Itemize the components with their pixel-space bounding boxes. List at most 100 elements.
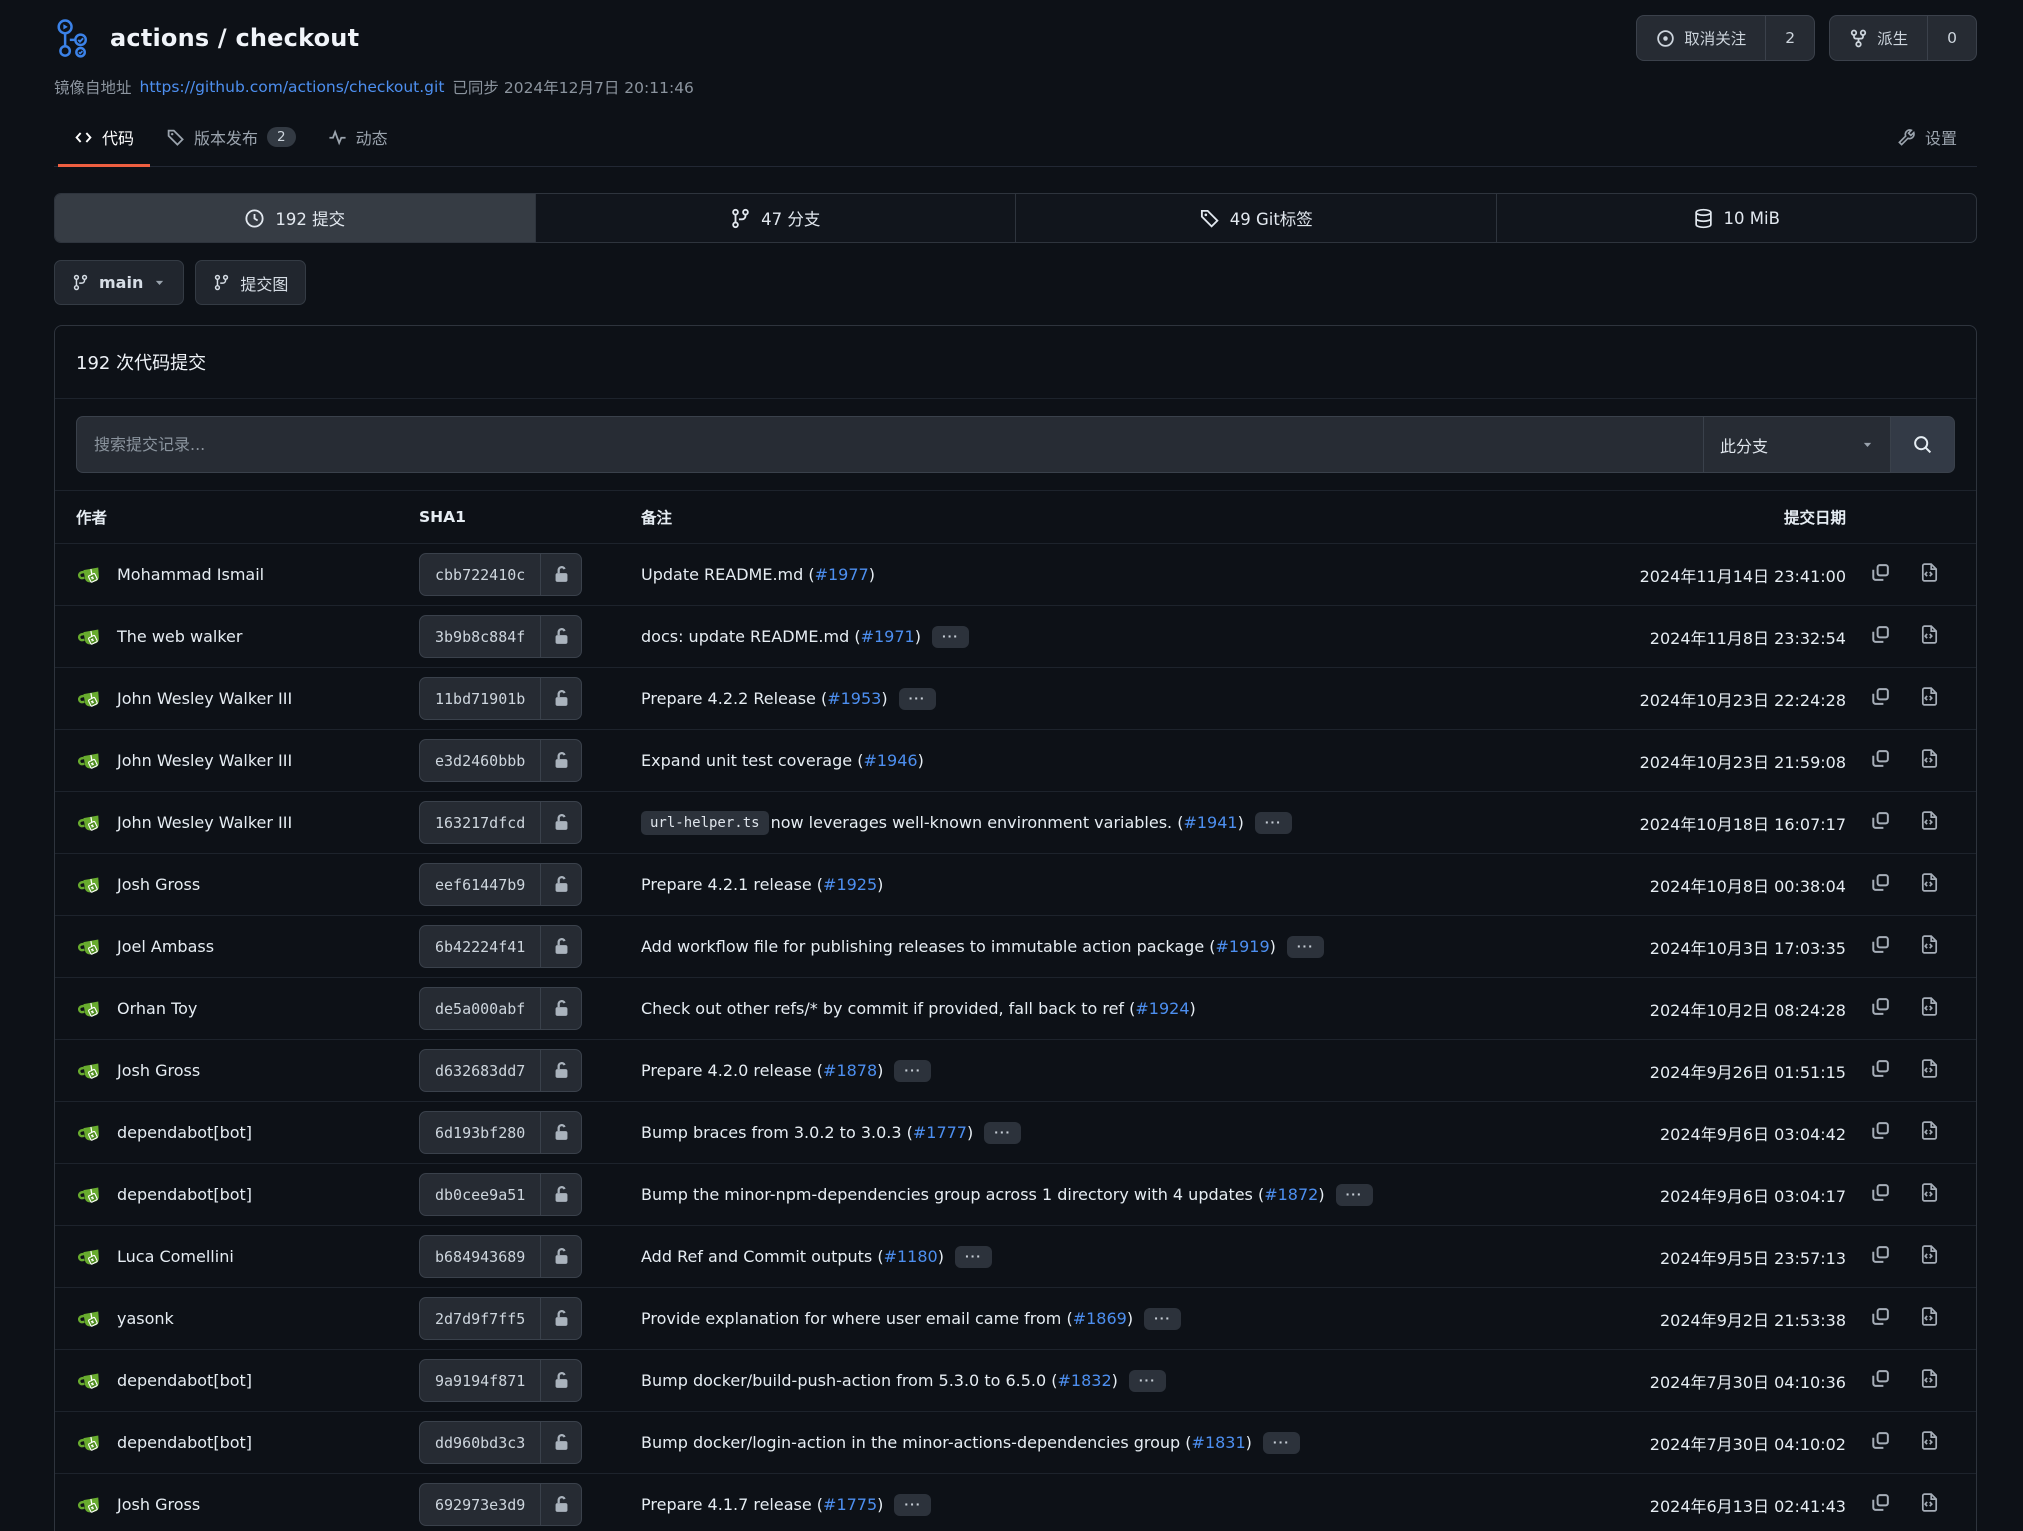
commit-sha-badge[interactable]: b684943689 bbox=[419, 1235, 582, 1278]
pr-link[interactable]: #1777 bbox=[913, 1123, 967, 1142]
pr-link[interactable]: #1946 bbox=[863, 751, 917, 770]
commit-sha-badge[interactable]: d632683dd7 bbox=[419, 1049, 582, 1092]
pr-link[interactable]: #1832 bbox=[1058, 1371, 1112, 1390]
commit-sha-badge[interactable]: 2d7d9f7ff5 bbox=[419, 1297, 582, 1340]
commit-message-text[interactable]: ) bbox=[877, 1495, 883, 1514]
view-file-button[interactable] bbox=[1919, 624, 1940, 645]
pr-link[interactable]: #1919 bbox=[1216, 937, 1270, 956]
branch-filter-dropdown[interactable]: 此分支 bbox=[1703, 416, 1891, 473]
commit-author[interactable]: Josh Gross bbox=[117, 1495, 200, 1514]
commit-message-text[interactable]: ) bbox=[877, 1061, 883, 1080]
pr-link[interactable]: #1872 bbox=[1264, 1185, 1318, 1204]
expand-commit-button[interactable]: ··· bbox=[932, 626, 969, 648]
watchers-count[interactable]: 2 bbox=[1765, 16, 1814, 60]
commit-message-text[interactable]: Bump braces from 3.0.2 to 3.0.3 ( bbox=[641, 1123, 913, 1142]
view-file-button[interactable] bbox=[1919, 1306, 1940, 1327]
pr-link[interactable]: #1878 bbox=[823, 1061, 877, 1080]
expand-commit-button[interactable]: ··· bbox=[955, 1246, 992, 1268]
expand-commit-button[interactable]: ··· bbox=[1144, 1308, 1181, 1330]
commit-author[interactable]: Josh Gross bbox=[117, 1061, 200, 1080]
fork-button[interactable]: 派生 0 bbox=[1829, 15, 1977, 61]
commit-sha-badge[interactable]: 3b9b8c884f bbox=[419, 615, 582, 658]
commit-author[interactable]: John Wesley Walker III bbox=[117, 751, 292, 770]
commit-author[interactable]: dependabot[bot] bbox=[117, 1185, 252, 1204]
commit-message-text[interactable]: ) bbox=[1190, 999, 1196, 1018]
commit-message-text[interactable]: ) bbox=[1127, 1309, 1133, 1328]
commit-message-text[interactable]: ) bbox=[877, 875, 883, 894]
pr-link[interactable]: #1869 bbox=[1073, 1309, 1127, 1328]
commit-author[interactable]: Orhan Toy bbox=[117, 999, 197, 1018]
pr-link[interactable]: #1977 bbox=[815, 565, 869, 584]
expand-commit-button[interactable]: ··· bbox=[1263, 1432, 1300, 1454]
copy-sha-button[interactable] bbox=[1870, 934, 1891, 955]
commit-message-text[interactable]: Prepare 4.2.0 release ( bbox=[641, 1061, 823, 1080]
stat-branches[interactable]: 47 分支 bbox=[535, 194, 1016, 242]
pr-link[interactable]: #1924 bbox=[1135, 999, 1189, 1018]
copy-sha-button[interactable] bbox=[1870, 1058, 1891, 1079]
tab-code[interactable]: 代码 bbox=[58, 112, 150, 167]
commit-sha-badge[interactable]: 11bd71901b bbox=[419, 677, 582, 720]
commit-message-text[interactable]: Bump docker/login-action in the minor-ac… bbox=[641, 1433, 1192, 1452]
search-commits-button[interactable] bbox=[1891, 416, 1955, 473]
pr-link[interactable]: #1180 bbox=[884, 1247, 938, 1266]
copy-sha-button[interactable] bbox=[1870, 810, 1891, 831]
commit-message-text[interactable]: ) bbox=[1318, 1185, 1324, 1204]
expand-commit-button[interactable]: ··· bbox=[1287, 936, 1324, 958]
forks-count[interactable]: 0 bbox=[1927, 16, 1976, 60]
commit-message-text[interactable]: ) bbox=[1246, 1433, 1252, 1452]
stat-size[interactable]: 10 MiB bbox=[1496, 194, 1977, 242]
view-file-button[interactable] bbox=[1919, 872, 1940, 893]
view-file-button[interactable] bbox=[1919, 996, 1940, 1017]
copy-sha-button[interactable] bbox=[1870, 1368, 1891, 1389]
view-file-button[interactable] bbox=[1919, 1492, 1940, 1513]
view-file-button[interactable] bbox=[1919, 748, 1940, 769]
commit-sha-badge[interactable]: 6d193bf280 bbox=[419, 1111, 582, 1154]
view-file-button[interactable] bbox=[1919, 1244, 1940, 1265]
pr-link[interactable]: #1941 bbox=[1183, 813, 1237, 832]
commit-author[interactable]: The web walker bbox=[117, 627, 242, 646]
copy-sha-button[interactable] bbox=[1870, 1182, 1891, 1203]
commit-sha-badge[interactable]: 6b42224f41 bbox=[419, 925, 582, 968]
commit-sha-badge[interactable]: de5a000abf bbox=[419, 987, 582, 1030]
commit-author[interactable]: Luca Comellini bbox=[117, 1247, 234, 1266]
commit-author[interactable]: John Wesley Walker III bbox=[117, 813, 292, 832]
commit-author[interactable]: Mohammad Ismail bbox=[117, 565, 264, 584]
commit-author[interactable]: dependabot[bot] bbox=[117, 1371, 252, 1390]
commit-message-text[interactable]: Provide explanation for where user email… bbox=[641, 1309, 1073, 1328]
commit-graph-button[interactable]: 提交图 bbox=[195, 260, 306, 305]
pr-link[interactable]: #1971 bbox=[861, 627, 915, 646]
copy-sha-button[interactable] bbox=[1870, 624, 1891, 645]
stat-commits[interactable]: 192 提交 bbox=[55, 194, 535, 242]
mirror-url-link[interactable]: https://github.com/actions/checkout.git bbox=[140, 78, 445, 96]
commit-sha-badge[interactable]: e3d2460bbb bbox=[419, 739, 582, 782]
commit-message-text[interactable]: ) bbox=[967, 1123, 973, 1142]
commit-sha-badge[interactable]: 163217dfcd bbox=[419, 801, 582, 844]
commit-message-text[interactable]: Expand unit test coverage ( bbox=[641, 751, 863, 770]
commit-sha-badge[interactable]: eef61447b9 bbox=[419, 863, 582, 906]
view-file-button[interactable] bbox=[1919, 562, 1940, 583]
copy-sha-button[interactable] bbox=[1870, 562, 1891, 583]
copy-sha-button[interactable] bbox=[1870, 1120, 1891, 1141]
commit-message-text[interactable]: ) bbox=[881, 689, 887, 708]
tab-settings[interactable]: 设置 bbox=[1881, 112, 1973, 167]
copy-sha-button[interactable] bbox=[1870, 1306, 1891, 1327]
expand-commit-button[interactable]: ··· bbox=[894, 1494, 931, 1516]
commit-sha-badge[interactable]: db0cee9a51 bbox=[419, 1173, 582, 1216]
commit-message-text[interactable]: now leverages well-known environment var… bbox=[771, 813, 1184, 832]
view-file-button[interactable] bbox=[1919, 1058, 1940, 1079]
expand-commit-button[interactable]: ··· bbox=[899, 688, 936, 710]
tab-releases[interactable]: 版本发布 2 bbox=[150, 112, 312, 167]
view-file-button[interactable] bbox=[1919, 1368, 1940, 1389]
expand-commit-button[interactable]: ··· bbox=[1255, 812, 1292, 834]
copy-sha-button[interactable] bbox=[1870, 748, 1891, 769]
branch-selector[interactable]: main bbox=[54, 260, 184, 305]
tab-activity[interactable]: 动态 bbox=[312, 112, 404, 167]
commit-message-text[interactable]: ) bbox=[869, 565, 875, 584]
pr-link[interactable]: #1831 bbox=[1192, 1433, 1246, 1452]
search-commits-input[interactable] bbox=[76, 416, 1703, 473]
expand-commit-button[interactable]: ··· bbox=[1129, 1370, 1166, 1392]
commit-sha-badge[interactable]: dd960bd3c3 bbox=[419, 1421, 582, 1464]
commit-author[interactable]: Josh Gross bbox=[117, 875, 200, 894]
commit-message-text[interactable]: Update README.md ( bbox=[641, 565, 815, 584]
view-file-button[interactable] bbox=[1919, 686, 1940, 707]
